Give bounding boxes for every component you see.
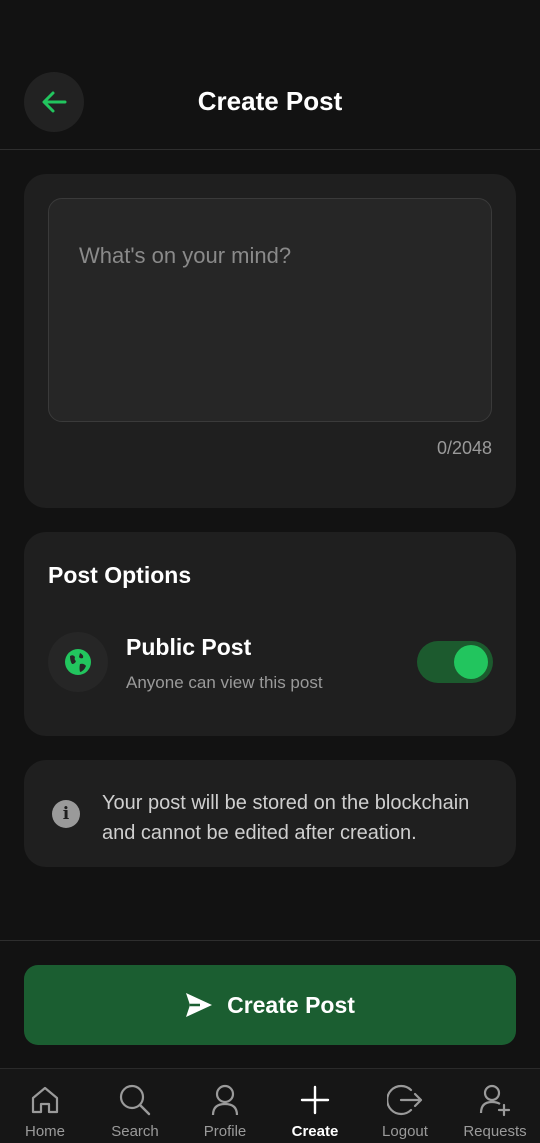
post-options-card: Post Options Public Post Anyone can view… [24, 532, 516, 736]
header: Create Post [0, 0, 540, 150]
character-counter: 0/2048 [436, 438, 492, 458]
tab-label: Create [291, 1123, 339, 1140]
logout-icon [387, 1084, 423, 1116]
globe-icon-wrap [48, 632, 108, 692]
tab-search[interactable]: Search [90, 1069, 180, 1143]
public-post-toggle[interactable] [417, 641, 493, 683]
profile-icon [211, 1084, 239, 1116]
public-post-description: Anyone can view this post [126, 673, 323, 692]
tab-label: Search [111, 1123, 159, 1140]
tab-label: Profile [203, 1123, 247, 1140]
add-user-icon [479, 1084, 511, 1117]
tab-logout[interactable]: Logout [360, 1069, 450, 1143]
post-options-title: Post Options [48, 562, 192, 588]
globe-icon [65, 649, 91, 675]
page-title: Create Post [197, 86, 343, 116]
home-icon [31, 1086, 59, 1114]
post-text-input[interactable]: What's on your mind? [48, 198, 492, 422]
info-card: i Your post will be stored on the blockc… [24, 760, 516, 867]
info-icon: i [52, 800, 80, 828]
send-icon [186, 993, 213, 1017]
tab-label: Home [24, 1123, 65, 1140]
divider [0, 940, 540, 941]
public-post-label: Public Post [126, 634, 252, 660]
plus-icon [300, 1085, 330, 1115]
tab-create[interactable]: Create [270, 1069, 360, 1143]
bottom-tab-bar: Home Search Profile Create Logout Reques… [0, 1068, 540, 1143]
tab-profile[interactable]: Profile [180, 1069, 270, 1143]
compose-card: What's on your mind? 0/2048 [24, 174, 516, 508]
tab-label: Requests [463, 1123, 527, 1140]
info-text: Your post will be stored on the blockcha… [102, 792, 470, 844]
tab-label: Logout [382, 1123, 428, 1140]
create-post-button-label: Create Post [227, 991, 355, 1018]
search-icon [119, 1084, 151, 1116]
tab-requests[interactable]: Requests [450, 1069, 540, 1143]
create-post-button[interactable]: Create Post [24, 965, 516, 1045]
toggle-knob [454, 645, 488, 679]
tab-home[interactable]: Home [0, 1069, 90, 1143]
